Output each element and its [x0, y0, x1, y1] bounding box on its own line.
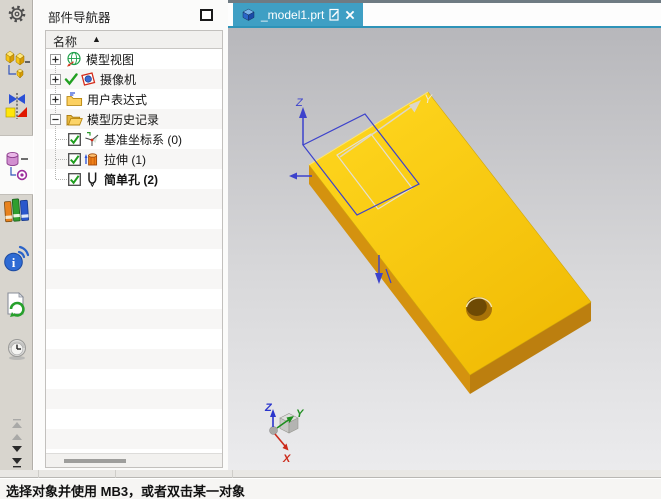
band-separator — [38, 470, 39, 478]
tab-close-icon[interactable] — [345, 10, 355, 20]
model-views-icon — [67, 51, 81, 67]
scroll-bottom-icon — [11, 458, 22, 468]
tree-row-datum-csys[interactable]: 基准坐标系 (0) — [46, 129, 222, 149]
tab-model1[interactable]: _model1.prt — [233, 3, 364, 26]
tree-item-label: 模型视图 — [86, 52, 135, 67]
model-z-axis-label: Z — [295, 97, 304, 109]
resource-bar: i — [0, 0, 33, 470]
graphics-canvas[interactable]: Y Z Z Y X — [228, 28, 661, 477]
triad-x-label: X — [282, 453, 291, 465]
part-navigator-tree: 名称 ▲ 模型视图 摄像机 用户表达式 模型历史记录 基准坐标系 (0) 拉伸 … — [45, 30, 223, 468]
tree-row-simple-hole[interactable]: 简单孔 (2) — [46, 169, 222, 189]
process-clock-icon — [7, 339, 26, 360]
scroll-up-button[interactable] — [0, 432, 33, 441]
scroll-bottom-button[interactable] — [0, 458, 33, 468]
status-bar: 选择对象并使用 MB3，或者双击某一对象 — [0, 479, 661, 499]
tree-horizontal-scrollbar[interactable] — [46, 453, 222, 467]
scroll-down-icon — [11, 446, 22, 452]
assembly-navigator-icon — [5, 50, 30, 79]
svg-text:i: i — [12, 255, 16, 270]
tree-item-label: 简单孔 (2) — [104, 172, 159, 187]
gear-icon — [8, 5, 25, 23]
expand-plus-icon[interactable] — [50, 93, 61, 105]
reuse-library-icon — [3, 198, 29, 223]
model-y-axis-label: Y — [424, 92, 433, 106]
tab-title: _model1.prt — [261, 7, 325, 22]
history-icon — [6, 292, 25, 317]
tree-item-label: 模型历史记录 — [87, 112, 160, 127]
history-palette-button[interactable] — [0, 292, 33, 322]
camera-icon — [81, 72, 96, 86]
collapse-minus-icon[interactable] — [50, 113, 61, 125]
process-clock-button[interactable] — [0, 338, 33, 362]
band-separator — [232, 470, 233, 478]
part-navigator-button[interactable] — [0, 135, 33, 195]
internet-icon: i — [4, 245, 30, 272]
name-column-label: 名称 — [53, 35, 78, 49]
scrollbar-thumb[interactable] — [64, 459, 126, 463]
checkbox-checked[interactable] — [68, 132, 81, 146]
assembly-navigator-button[interactable] — [0, 50, 33, 80]
tab-strip: _model1.prt — [228, 3, 661, 26]
view-triad: Z Y X — [264, 402, 305, 465]
scroll-up-icon — [11, 434, 22, 440]
scroll-top-icon — [11, 419, 22, 428]
tree-item-label: 摄像机 — [100, 72, 137, 87]
resource-bar-gear-button[interactable] — [0, 4, 33, 24]
tree-item-label: 用户表达式 — [87, 92, 148, 107]
part-navigator-panel: 部件导航器 名称 ▲ 模型视图 摄像机 用户表达式 模型历史记录 基准坐标系 (… — [34, 0, 228, 470]
part-file-icon — [242, 8, 255, 21]
expand-plus-icon[interactable] — [50, 73, 61, 85]
constraint-navigator-button[interactable] — [0, 93, 33, 121]
reuse-library-button[interactable] — [0, 197, 33, 225]
tree-row-model-history[interactable]: 模型历史记录 — [46, 109, 222, 129]
tree-row-model-views[interactable]: 模型视图 — [46, 49, 222, 69]
tree-body: 模型视图 摄像机 用户表达式 模型历史记录 基准坐标系 (0) 拉伸 (1) 简… — [46, 49, 222, 452]
status-message: 选择对象并使用 MB3，或者双击某一对象 — [6, 484, 246, 499]
constraint-navigator-icon — [5, 93, 27, 119]
graphics-window-area: _model1.prt Y Z Z Y X — [228, 0, 661, 477]
tree-row-extrude[interactable]: 拉伸 (1) — [46, 149, 222, 169]
extrude-icon — [84, 153, 98, 166]
scroll-down-button[interactable] — [0, 445, 33, 454]
checkbox-checked[interactable] — [68, 172, 81, 186]
expand-plus-icon[interactable] — [50, 53, 61, 65]
model-3d-view: Y Z Z Y X — [264, 91, 592, 465]
checkbox-checked[interactable] — [68, 152, 81, 166]
tree-row-cameras[interactable]: 摄像机 — [46, 69, 222, 89]
datum-csys-icon — [85, 132, 99, 146]
internet-button[interactable]: i — [0, 245, 33, 273]
model-hole — [465, 297, 493, 321]
scroll-top-button[interactable] — [0, 419, 33, 429]
triad-z-label: Z — [264, 402, 273, 414]
triad-y-label: Y — [296, 408, 305, 420]
tree-item-label: 拉伸 (1) — [104, 152, 147, 167]
check-mark-icon — [64, 73, 78, 86]
tree-item-label: 基准坐标系 (0) — [104, 132, 183, 147]
panel-title: 部件导航器 — [48, 11, 111, 25]
nx-application-window: i 部件导航器 名称 ▲ 模型视图 摄像机 用户表达式 模型历史记录 基准坐标系… — [0, 0, 661, 499]
open-folder-icon — [66, 114, 83, 126]
sort-ascending-icon: ▲ — [92, 34, 101, 44]
part-navigator-icon — [6, 151, 28, 181]
band-separator — [115, 470, 116, 478]
tab-edit-icon[interactable] — [329, 8, 340, 21]
tree-column-header[interactable]: 名称 ▲ — [46, 31, 222, 49]
expressions-folder-icon — [66, 91, 83, 106]
panel-maximize-button[interactable] — [200, 9, 213, 21]
prompt-line-band — [0, 470, 661, 478]
tree-row-user-expressions[interactable]: 用户表达式 — [46, 89, 222, 109]
hole-icon — [88, 172, 97, 187]
